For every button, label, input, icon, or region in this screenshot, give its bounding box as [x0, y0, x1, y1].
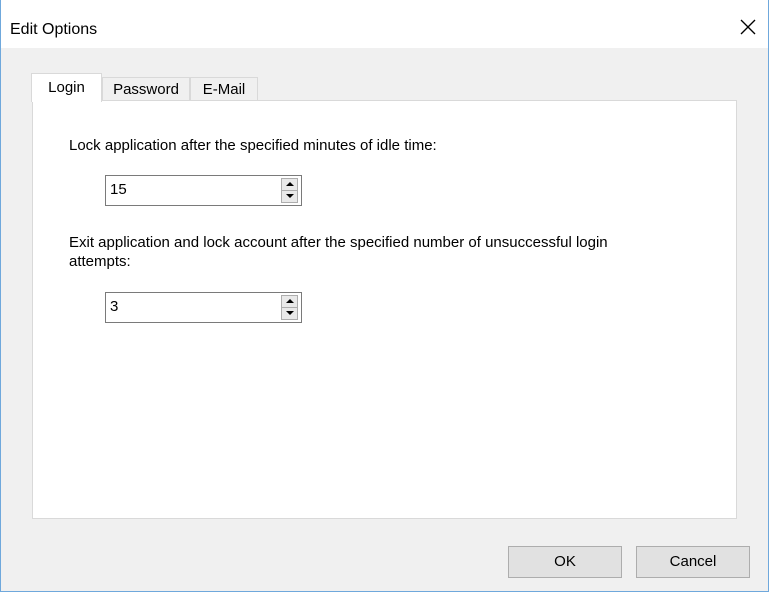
idle-time-label: Lock application after the specified min…	[69, 137, 437, 154]
tab-password[interactable]: Password	[102, 77, 190, 101]
login-tab-panel: Lock application after the specified min…	[32, 100, 737, 519]
close-icon	[740, 19, 756, 35]
login-attempts-spinner[interactable]: 3	[105, 292, 302, 323]
tab-email[interactable]: E-Mail	[190, 77, 258, 101]
spin-down-arrow-icon[interactable]	[282, 308, 297, 319]
spin-up-arrow-icon[interactable]	[282, 179, 297, 191]
cancel-button[interactable]: Cancel	[636, 546, 750, 578]
idle-spin-buttons	[281, 178, 298, 203]
login-attempts-label-line1: Exit application and lock account after …	[69, 234, 608, 251]
login-attempts-value[interactable]: 3	[110, 298, 118, 315]
idle-minutes-spinner[interactable]: 15	[105, 175, 302, 206]
idle-minutes-value[interactable]: 15	[110, 181, 127, 198]
login-attempts-label-line2: attempts:	[69, 253, 131, 270]
ok-button[interactable]: OK	[508, 546, 622, 578]
attempts-spin-buttons	[281, 295, 298, 320]
dialog-title: Edit Options	[10, 21, 98, 38]
edit-options-dialog: Edit Options Login Password E-Mail Lock …	[0, 0, 769, 592]
close-button[interactable]	[728, 10, 768, 50]
tab-login[interactable]: Login	[31, 73, 102, 102]
spin-up-arrow-icon[interactable]	[282, 296, 297, 308]
title-bar: Edit Options	[1, 0, 768, 48]
spin-down-arrow-icon[interactable]	[282, 191, 297, 202]
